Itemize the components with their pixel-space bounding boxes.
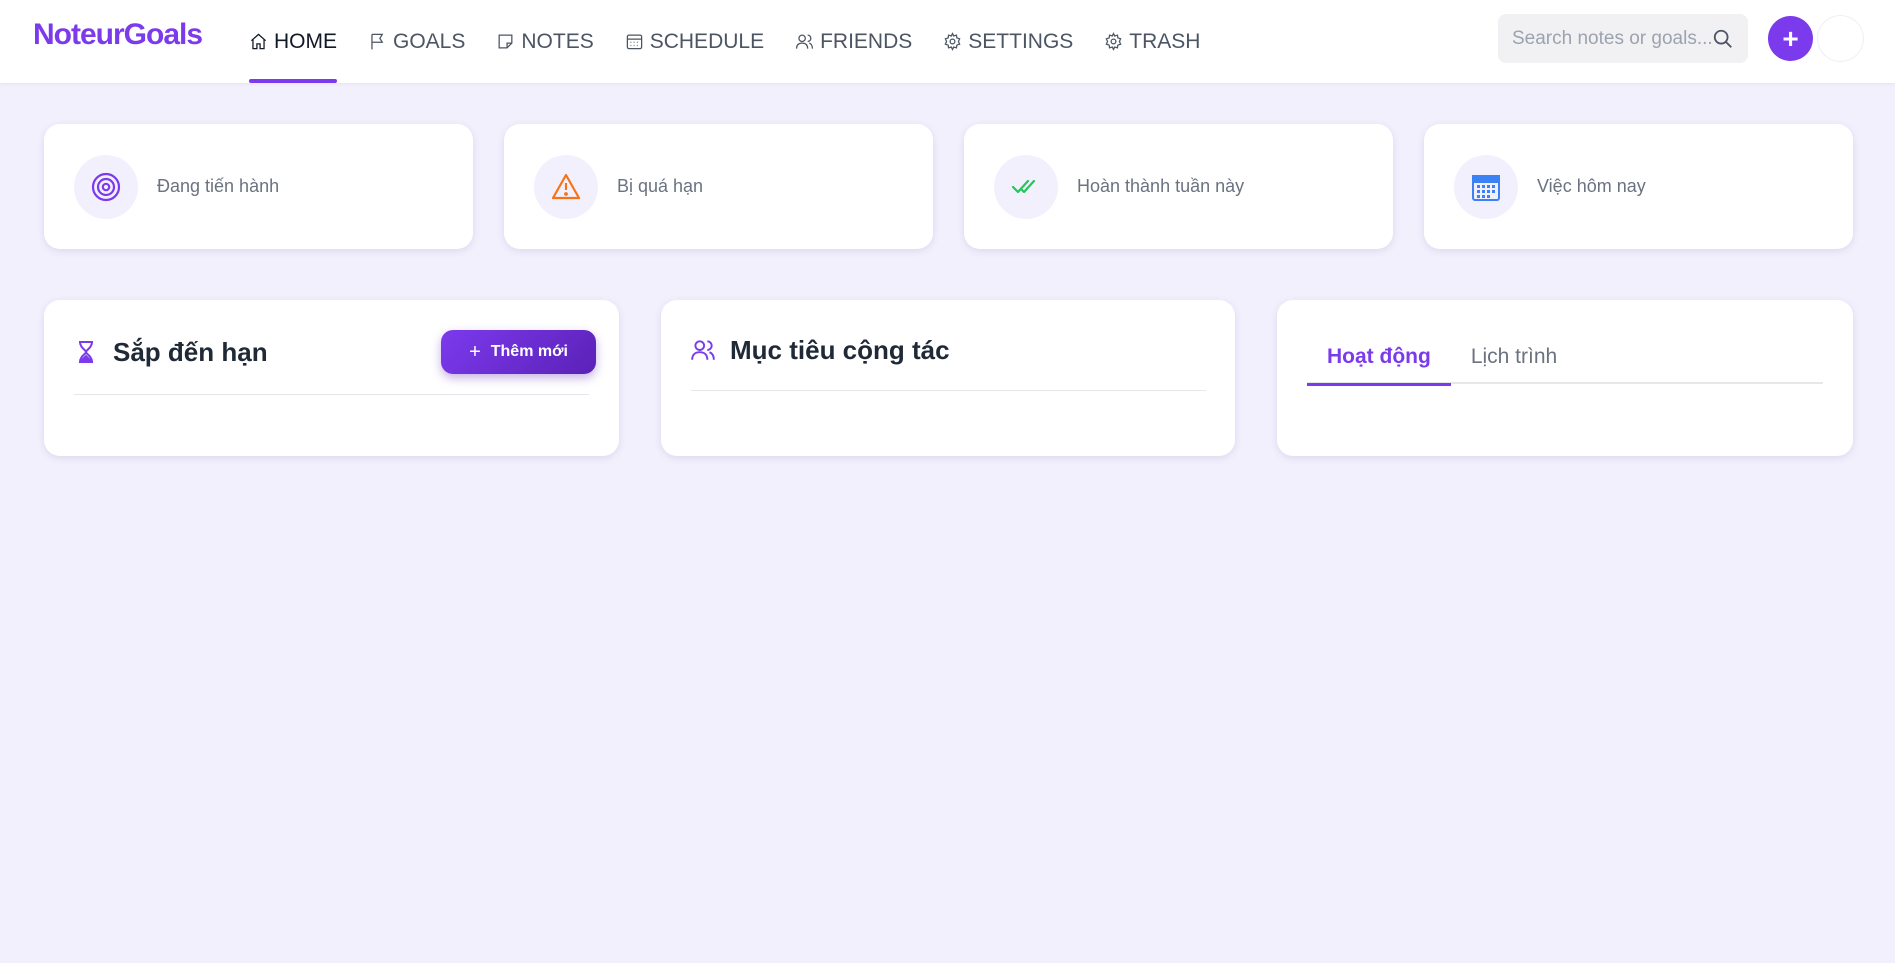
- top-bar: NoteurGoals HOME GOALS NOTES SCHEDULE FR…: [0, 0, 1895, 83]
- add-button[interactable]: +: [1768, 16, 1813, 61]
- collab-title: Mục tiêu cộng tác: [730, 335, 950, 365]
- home-icon: [250, 33, 267, 50]
- nav-item-label: NOTES: [521, 29, 594, 53]
- nav-item-friends[interactable]: FRIENDS: [795, 0, 912, 83]
- tab-schedule[interactable]: Lịch trình: [1451, 340, 1577, 384]
- nav-item-schedule[interactable]: SCHEDULE: [625, 0, 764, 83]
- nav-item-home[interactable]: HOME: [249, 0, 337, 83]
- stat-label: Hoàn thành tuần này: [1077, 176, 1245, 196]
- stat-label: Bị quá hạn: [617, 176, 704, 196]
- stat-card-today[interactable]: Việc hôm nay: [1424, 124, 1853, 249]
- calendar-icon: [626, 34, 642, 50]
- stat-label: Việc hôm nay: [1537, 176, 1646, 196]
- stat-card-in-progress[interactable]: Đang tiến hành: [44, 124, 473, 249]
- users-icon: [691, 340, 715, 360]
- nav-item-label: SCHEDULE: [649, 29, 765, 53]
- users-icon: [796, 34, 814, 49]
- warning-icon: [534, 154, 598, 219]
- nav-item-notes[interactable]: NOTES: [496, 0, 594, 83]
- target-icon: [74, 154, 138, 219]
- calendar-grid-icon: [1454, 154, 1518, 219]
- collab-panel: Mục tiêu cộng tác: [661, 300, 1235, 456]
- gear-icon: [1105, 32, 1122, 51]
- add-new-label: Thêm mới: [490, 343, 568, 360]
- avatar[interactable]: [1818, 16, 1863, 61]
- search-box: [1498, 14, 1748, 63]
- nav-item-label: TRASH: [1129, 29, 1201, 53]
- search-icon[interactable]: [1712, 28, 1734, 50]
- nav-item-label: SETTINGS: [968, 29, 1074, 53]
- stat-card-overdue[interactable]: Bị quá hạn: [504, 124, 933, 249]
- search-input[interactable]: [1512, 27, 1712, 50]
- stat-label: Đang tiến hành: [157, 176, 280, 196]
- add-new-button[interactable]: + Thêm mới: [441, 330, 596, 374]
- upcoming-title: Sắp đến hạn: [113, 337, 268, 367]
- divider: [691, 390, 1206, 391]
- upcoming-panel: Sắp đến hạn + Thêm mới: [44, 300, 619, 456]
- activity-tabs: Hoạt động Lịch trình: [1307, 340, 1823, 386]
- gear-icon: [944, 32, 961, 51]
- nav-item-label: HOME: [274, 29, 337, 53]
- flag-icon: [371, 33, 384, 50]
- nav-item-label: GOALS: [393, 29, 466, 53]
- divider: [74, 394, 589, 395]
- stat-card-completed-week[interactable]: Hoàn thành tuần này: [964, 124, 1393, 249]
- note-icon: [498, 34, 513, 49]
- plus-icon: +: [469, 340, 481, 363]
- nav-item-settings[interactable]: SETTINGS: [943, 0, 1073, 83]
- nav-item-goals[interactable]: GOALS: [368, 0, 465, 83]
- nav-item-label: FRIENDS: [820, 29, 913, 53]
- activity-panel: Hoạt động Lịch trình: [1277, 300, 1853, 456]
- nav-item-trash[interactable]: TRASH: [1104, 0, 1200, 83]
- tab-activity[interactable]: Hoạt động: [1307, 340, 1451, 386]
- app-logo[interactable]: NoteurGoals: [33, 18, 203, 52]
- hourglass-icon: [79, 341, 93, 363]
- double-check-icon: [994, 154, 1058, 219]
- main-nav: HOME GOALS NOTES SCHEDULE FRIENDS SETTIN…: [249, 0, 1231, 83]
